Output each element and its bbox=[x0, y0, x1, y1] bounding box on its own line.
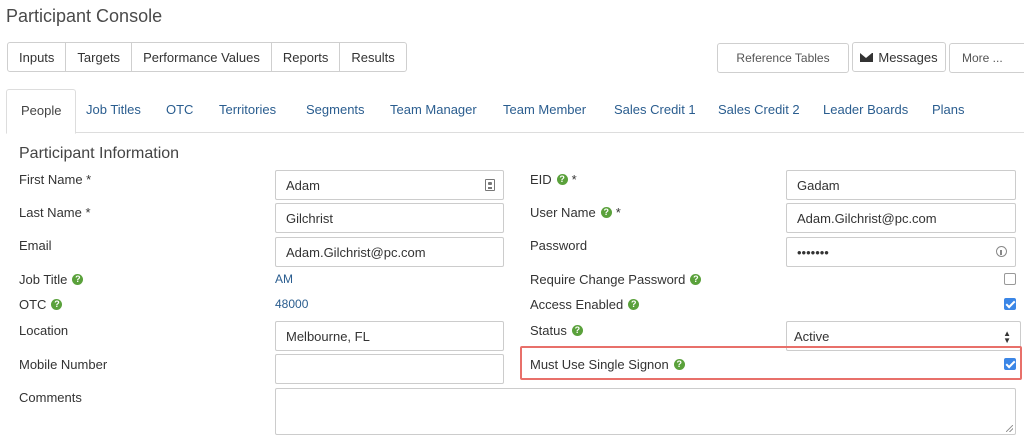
section-title: Participant Information bbox=[19, 145, 180, 162]
comments-label: Comments bbox=[19, 390, 82, 405]
first-name-label: First Name * bbox=[19, 172, 92, 187]
required-marker: * bbox=[615, 205, 621, 220]
key-icon[interactable] bbox=[996, 246, 1007, 257]
tab-bar: People Job Titles OTC Territories Segmen… bbox=[6, 89, 1024, 134]
job-title-label-text: Job Title bbox=[19, 272, 68, 287]
comments-textarea[interactable] bbox=[275, 388, 1016, 435]
tab-job-titles[interactable]: Job Titles bbox=[72, 89, 155, 133]
eid-label-text: EID bbox=[530, 172, 552, 187]
eid-input[interactable]: Gadam bbox=[786, 170, 1016, 200]
help-icon[interactable]: ? bbox=[673, 359, 685, 370]
tab-sales-credit-2[interactable]: Sales Credit 2 bbox=[704, 89, 814, 133]
envelope-icon bbox=[860, 52, 874, 62]
otc-label-text: OTC bbox=[19, 297, 47, 312]
help-icon[interactable]: ? bbox=[628, 299, 640, 310]
messages-button[interactable]: Messages bbox=[852, 42, 946, 72]
access-enabled-label: Access Enabled ? bbox=[530, 297, 640, 312]
required-marker: * bbox=[571, 172, 577, 187]
help-icon[interactable]: ? bbox=[72, 274, 84, 285]
tab-sales-credit-1[interactable]: Sales Credit 1 bbox=[600, 89, 710, 133]
last-name-label: Last Name * bbox=[19, 205, 91, 220]
first-name-value: Adam bbox=[286, 177, 320, 193]
resize-grip-icon[interactable] bbox=[1006, 425, 1013, 432]
inputs-button[interactable]: Inputs bbox=[7, 42, 67, 72]
help-icon[interactable]: ? bbox=[51, 299, 63, 310]
toolbar-button-group: Inputs Targets Performance Values Report… bbox=[7, 42, 407, 72]
job-title-label: Job Title ? bbox=[19, 272, 84, 287]
user-name-label: User Name ? * bbox=[530, 205, 621, 220]
tab-plans[interactable]: Plans bbox=[918, 89, 979, 133]
otc-value[interactable]: 48000 bbox=[275, 297, 308, 311]
help-icon[interactable]: ? bbox=[556, 174, 568, 185]
location-label: Location bbox=[19, 323, 69, 338]
status-value: Active bbox=[794, 328, 830, 344]
reports-button[interactable]: Reports bbox=[270, 42, 341, 72]
help-icon[interactable]: ? bbox=[690, 274, 702, 285]
tab-territories[interactable]: Territories bbox=[205, 89, 290, 133]
password-value: ••••••• bbox=[797, 244, 829, 260]
user-name-label-text: User Name bbox=[530, 205, 596, 220]
email-input[interactable]: Adam.Gilchrist@pc.com bbox=[275, 237, 504, 267]
user-name-input[interactable]: Adam.Gilchrist@pc.com bbox=[786, 203, 1016, 233]
require-change-password-checkbox[interactable] bbox=[1004, 273, 1016, 285]
access-enabled-label-text: Access Enabled bbox=[530, 297, 624, 312]
tab-otc[interactable]: OTC bbox=[152, 89, 207, 133]
job-title-value[interactable]: AM bbox=[275, 272, 293, 286]
tab-team-manager[interactable]: Team Manager bbox=[376, 89, 491, 133]
access-enabled-checkbox[interactable] bbox=[1004, 298, 1016, 310]
location-input[interactable]: Melbourne, FL bbox=[275, 321, 504, 351]
select-arrows-icon: ▲ ▼ bbox=[1003, 329, 1011, 345]
mobile-number-label: Mobile Number bbox=[19, 357, 108, 372]
tab-leader-boards[interactable]: Leader Boards bbox=[809, 89, 922, 133]
targets-button[interactable]: Targets bbox=[65, 42, 133, 72]
tab-people[interactable]: People bbox=[6, 89, 77, 134]
mobile-number-input[interactable] bbox=[275, 354, 504, 384]
password-label: Password bbox=[530, 238, 588, 253]
help-icon[interactable]: ? bbox=[571, 325, 583, 336]
status-label-text: Status bbox=[530, 323, 567, 338]
single-signon-label: Must Use Single Signon ? bbox=[530, 357, 685, 372]
more-button[interactable]: More ... bbox=[949, 43, 1024, 73]
email-label: Email bbox=[19, 238, 52, 253]
single-signon-label-text: Must Use Single Signon bbox=[530, 357, 669, 372]
tab-segments[interactable]: Segments bbox=[292, 89, 379, 133]
single-signon-checkbox[interactable] bbox=[1004, 358, 1016, 370]
eid-label: EID ? * bbox=[530, 172, 577, 187]
results-button[interactable]: Results bbox=[339, 42, 407, 72]
status-label: Status ? bbox=[530, 323, 583, 338]
password-input[interactable]: ••••••• bbox=[786, 237, 1016, 267]
reference-tables-button[interactable]: Reference Tables bbox=[717, 43, 849, 73]
performance-values-button[interactable]: Performance Values bbox=[131, 42, 272, 72]
help-icon[interactable]: ? bbox=[600, 207, 612, 218]
tab-team-member[interactable]: Team Member bbox=[489, 89, 600, 133]
last-name-input[interactable]: Gilchrist bbox=[275, 203, 504, 233]
require-change-password-label: Require Change Password ? bbox=[530, 272, 702, 287]
messages-label: Messages bbox=[878, 49, 938, 65]
first-name-input[interactable]: Adam bbox=[275, 170, 504, 200]
require-change-password-label-text: Require Change Password bbox=[530, 272, 686, 287]
contact-card-icon[interactable] bbox=[485, 179, 495, 191]
otc-label: OTC ? bbox=[19, 297, 63, 312]
app-title: Participant Console bbox=[6, 6, 163, 26]
